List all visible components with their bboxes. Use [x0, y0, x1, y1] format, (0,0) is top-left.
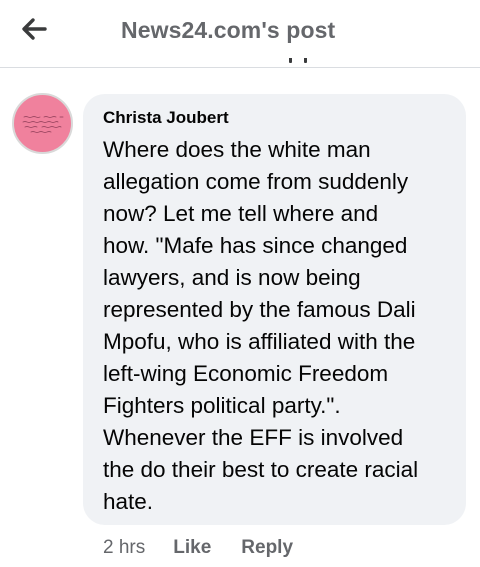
- reply-button[interactable]: Reply: [241, 537, 293, 559]
- clipped-previous-comment-text: [260, 58, 320, 68]
- page-title: News24.com's post: [121, 17, 336, 43]
- comment-timestamp[interactable]: 2 hrs: [103, 537, 145, 559]
- arrow-left-icon: [22, 18, 47, 40]
- top-bar: News24.com's post: [0, 0, 480, 68]
- avatar-scribble-image: [22, 116, 64, 133]
- like-button[interactable]: Like: [173, 537, 211, 559]
- comment-text: Where does the white man allegation come…: [103, 137, 419, 514]
- back-button[interactable]: [16, 14, 52, 44]
- comment-author-name[interactable]: Christa Joubert: [103, 108, 448, 128]
- comment-bubble: Christa Joubert Where does the white man…: [83, 94, 466, 525]
- comment-actions: 2 hrs Like Reply: [103, 537, 293, 567]
- avatar[interactable]: [12, 93, 73, 154]
